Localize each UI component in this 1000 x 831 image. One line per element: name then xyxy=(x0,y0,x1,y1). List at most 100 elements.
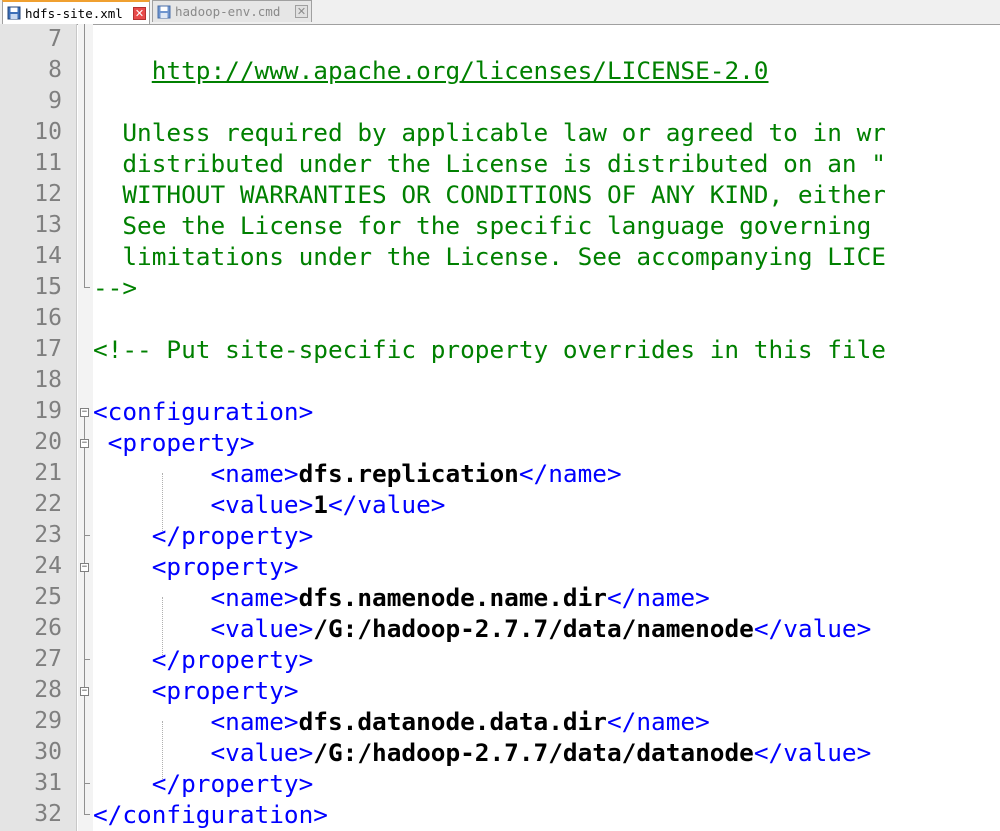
line-number: 10 xyxy=(34,119,62,145)
code-token: <name> xyxy=(93,459,299,488)
tab-label: hadoop-env.cmd xyxy=(175,4,281,19)
line-number: 22 xyxy=(34,491,62,517)
code-token: dfs.namenode.name.dir xyxy=(298,583,607,612)
tab-hdfs-site-xml[interactable]: hdfs-site.xml ✕ xyxy=(2,0,150,24)
code-token: <name> xyxy=(93,707,299,736)
line-number: 12 xyxy=(34,181,62,207)
line-number: 26 xyxy=(34,615,62,641)
code-text: </property> xyxy=(93,520,314,551)
line-number: 27 xyxy=(34,646,62,672)
line-number: 20 xyxy=(34,429,62,455)
code-line[interactable]: 22 <value>1</value> xyxy=(0,489,1000,520)
line-number: 30 xyxy=(34,739,62,765)
code-token: </name> xyxy=(606,707,710,736)
code-line[interactable]: 29 <name>dfs.datanode.data.dir</name> xyxy=(0,706,1000,737)
code-line[interactable]: 14 limitations under the License. See ac… xyxy=(0,241,1000,272)
code-line[interactable]: 25 <name>dfs.namenode.name.dir</name> xyxy=(0,582,1000,613)
code-text: distributed under the License is distrib… xyxy=(93,148,886,179)
code-line[interactable]: 32 </configuration> xyxy=(0,799,1000,830)
code-line[interactable]: 24 <property> xyxy=(0,551,1000,582)
code-text: limitations under the License. See accom… xyxy=(93,241,886,272)
code-token: WITHOUT WARRANTIES OR CONDITIONS OF ANY … xyxy=(93,180,886,209)
close-tab-icon[interactable]: ✕ xyxy=(295,5,308,18)
code-token: </value> xyxy=(753,614,872,643)
code-text: <value>/G:/hadoop-2.7.7/data/datanode</v… xyxy=(93,737,871,768)
code-text: <name>dfs.replication</name> xyxy=(93,458,622,489)
code-line[interactable]: 18 xyxy=(0,365,1000,396)
line-number: 17 xyxy=(34,336,62,362)
code-text: <name>dfs.datanode.data.dir</name> xyxy=(93,706,710,737)
code-text: </property> xyxy=(93,644,314,675)
code-token: distributed under the License is distrib… xyxy=(93,149,886,178)
code-token: <property> xyxy=(93,428,255,457)
line-number: 21 xyxy=(34,460,62,486)
code-token: Unless required by applicable law or agr… xyxy=(93,118,886,147)
code-token: <property> xyxy=(93,676,299,705)
code-line[interactable]: 27 </property> xyxy=(0,644,1000,675)
code-text: </configuration> xyxy=(93,799,328,830)
code-token: </name> xyxy=(606,583,710,612)
code-text: <property> xyxy=(93,675,299,706)
code-token: </value> xyxy=(327,490,446,519)
code-token[interactable]: http://www.apache.org/licenses/LICENSE-2… xyxy=(152,56,769,85)
code-line[interactable]: 11 distributed under the License is dist… xyxy=(0,148,1000,179)
line-number: 18 xyxy=(34,367,62,393)
code-line[interactable]: 12 WITHOUT WARRANTIES OR CONDITIONS OF A… xyxy=(0,179,1000,210)
line-number: 16 xyxy=(34,305,62,331)
code-line[interactable]: 26 <value>/G:/hadoop-2.7.7/data/namenode… xyxy=(0,613,1000,644)
line-number: 24 xyxy=(34,553,62,579)
code-text: </property> xyxy=(93,768,314,799)
code-line[interactable]: 31 </property> xyxy=(0,768,1000,799)
code-token: <name> xyxy=(93,583,299,612)
code-line[interactable]: 21 <name>dfs.replication</name> xyxy=(0,458,1000,489)
tab-label: hdfs-site.xml xyxy=(25,5,123,21)
code-line[interactable]: 20 <property> xyxy=(0,427,1000,458)
line-number: 32 xyxy=(34,801,62,827)
tab-bar: hdfs-site.xml ✕ hadoop-env.cmd ✕ xyxy=(0,0,1000,25)
code-token: dfs.datanode.data.dir xyxy=(298,707,607,736)
code-text: See the License for the specific languag… xyxy=(93,210,871,241)
code-editor[interactable]: − − − − 78 http://www.apache.org/license… xyxy=(0,24,1000,831)
code-token: 1 xyxy=(313,490,328,519)
code-text: <name>dfs.namenode.name.dir</name> xyxy=(93,582,710,613)
code-token: <!-- Put site-specific property override… xyxy=(93,335,886,364)
code-token: /G:/hadoop-2.7.7/data/datanode xyxy=(313,738,754,767)
code-token: </configuration> xyxy=(93,800,328,829)
line-number: 7 xyxy=(48,26,62,52)
code-line[interactable]: 17 <!-- Put site-specific property overri… xyxy=(0,334,1000,365)
code-line[interactable]: 19 <configuration> xyxy=(0,396,1000,427)
code-line[interactable]: 23 </property> xyxy=(0,520,1000,551)
code-text: WITHOUT WARRANTIES OR CONDITIONS OF ANY … xyxy=(93,179,886,210)
code-line[interactable]: 15 --> xyxy=(0,272,1000,303)
line-number: 31 xyxy=(34,770,62,796)
tab-hadoop-env-cmd[interactable]: hadoop-env.cmd ✕ xyxy=(152,0,312,22)
code-token: See the License for the specific languag… xyxy=(93,211,872,240)
code-line[interactable]: 10 Unless required by applicable law or … xyxy=(0,117,1000,148)
line-number: 25 xyxy=(34,584,62,610)
code-token: <value> xyxy=(93,738,314,767)
code-token: <property> xyxy=(93,552,299,581)
code-token: </name> xyxy=(518,459,622,488)
close-tab-icon[interactable]: ✕ xyxy=(133,6,146,20)
code-text: <property> xyxy=(93,427,255,458)
code-token: limitations under the License. See accom… xyxy=(93,242,886,271)
code-token: </property> xyxy=(93,645,314,674)
code-line[interactable]: 16 xyxy=(0,303,1000,334)
code-text: <!-- Put site-specific property override… xyxy=(93,334,886,365)
code-token: <value> xyxy=(93,614,314,643)
code-line[interactable]: 13 See the License for the specific lang… xyxy=(0,210,1000,241)
code-text: <value>/G:/hadoop-2.7.7/data/namenode</v… xyxy=(93,613,871,644)
code-line[interactable]: 28 <property> xyxy=(0,675,1000,706)
code-line[interactable]: 30 <value>/G:/hadoop-2.7.7/data/datanode… xyxy=(0,737,1000,768)
code-text: <configuration> xyxy=(93,396,313,427)
code-token: /G:/hadoop-2.7.7/data/namenode xyxy=(313,614,754,643)
code-text: http://www.apache.org/licenses/LICENSE-2… xyxy=(93,55,769,86)
code-line[interactable]: 9 xyxy=(0,86,1000,117)
code-token: </value> xyxy=(753,738,872,767)
code-line[interactable]: 8 http://www.apache.org/licenses/LICENSE… xyxy=(0,55,1000,86)
code-token: <value> xyxy=(93,490,314,519)
code-token: </property> xyxy=(93,521,314,550)
code-line[interactable]: 7 xyxy=(0,24,1000,55)
line-number: 23 xyxy=(34,522,62,548)
line-number: 28 xyxy=(34,677,62,703)
